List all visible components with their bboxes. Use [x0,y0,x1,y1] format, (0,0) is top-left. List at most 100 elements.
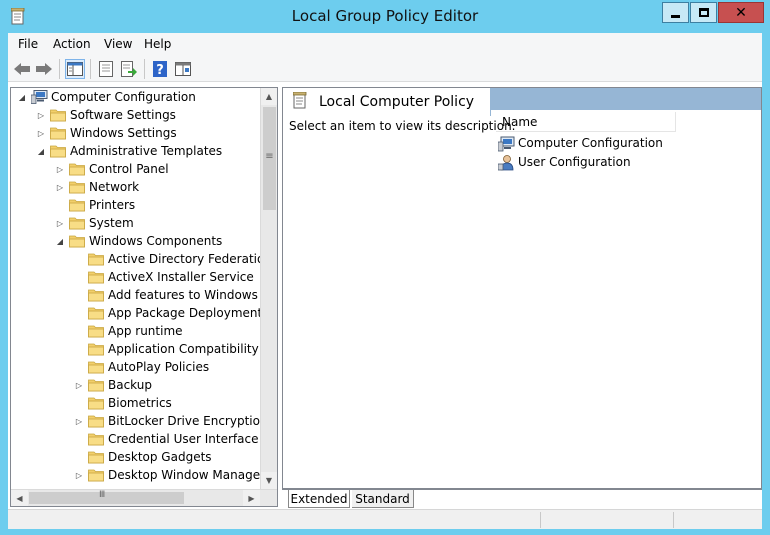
tree-item[interactable]: ▷ Windows Settings [11,124,261,142]
expand-arrow-icon[interactable]: ▷ [55,218,65,228]
tree-item-label: System [89,216,134,230]
scroll-right-arrow-icon[interactable]: ▶ [243,490,260,506]
scroll-down-arrow-icon[interactable]: ▼ [261,472,277,489]
scroll-up-arrow-icon[interactable]: ▲ [261,88,277,105]
tree-item-label: App Package Deployment [108,306,263,320]
tree-horizontal-scrollbar[interactable]: ◀ Ⅲ ▶ [11,489,277,506]
svg-text:?: ? [156,63,164,77]
folder-icon [69,199,85,212]
collapse-arrow-icon[interactable]: ◢ [17,92,27,102]
menu-file[interactable]: File [18,37,38,51]
tree-item[interactable]: AutoPlay Policies [11,358,261,376]
computer-icon [498,136,515,152]
properties-icon [99,61,113,77]
minimize-button[interactable] [662,2,689,23]
tree-item-label: Windows Settings [70,126,177,140]
status-separator [540,512,541,528]
tree-item-label: Add features to Windows 8 [108,288,270,302]
menu-help[interactable]: Help [144,37,171,51]
scroll-left-arrow-icon[interactable]: ◀ [11,490,28,506]
menu-view[interactable]: View [104,37,132,51]
tree-item[interactable]: Application Compatibility [11,340,261,358]
tree-item[interactable]: ◢ Computer Configuration [11,88,261,106]
tree-item[interactable]: ▷ BitLocker Drive Encryption [11,412,268,430]
details-pane[interactable]: Local Computer Policy Select an item to … [282,87,762,489]
maximize-button[interactable] [690,2,717,23]
console-tree[interactable]: ◢ Computer Configuration ▷ Software Setting… [10,87,278,507]
tree-item-label: Credential User Interface [108,432,259,446]
tree-item-label: AutoPlay Policies [108,360,210,374]
expand-arrow-icon[interactable]: ▷ [36,128,46,138]
filter-options-button[interactable] [173,59,193,79]
tree-item[interactable]: ActiveX Installer Service [11,268,261,286]
tree-item-label: Administrative Templates [70,144,223,158]
scroll-thumb[interactable]: Ⅲ [29,490,184,504]
tree-item[interactable]: Active Directory Federation S [11,250,277,268]
list-item-label: User Configuration [518,155,631,169]
column-header-name[interactable]: Name [496,112,676,132]
toolbar-separator [59,59,60,79]
expand-arrow-icon[interactable]: ▷ [74,416,84,426]
tree-item-label: Biometrics [108,396,172,410]
tree-item[interactable]: App runtime [11,322,261,340]
tab-standard[interactable]: Standard [352,490,414,508]
tree-item[interactable]: Add features to Windows 8 [11,286,269,304]
view-tabs: Extended Standard [282,489,762,508]
tree-item-label: Network [89,180,140,194]
tree-item[interactable]: ▷ Control Panel [11,160,261,178]
toolbar-separator [90,59,91,79]
folder-icon [88,325,104,338]
expand-arrow-icon[interactable]: ▷ [74,470,84,480]
expand-arrow-icon[interactable]: ▷ [55,182,65,192]
status-bar [8,509,762,529]
minimize-icon [671,14,680,18]
tree-item[interactable]: ▷ Network [11,178,261,196]
folder-icon [50,127,66,140]
collapse-arrow-icon[interactable]: ◢ [36,146,46,156]
back-button[interactable] [12,59,32,79]
folder-icon [50,109,66,122]
collapse-arrow-icon[interactable]: ◢ [55,236,65,246]
help-button[interactable]: ? [150,59,170,79]
tree-item-label: Desktop Window Manager [108,468,266,482]
folder-icon [69,217,85,230]
client-area: File Action View Help ? ◢ Computer Confi… [8,33,762,529]
details-title-tab: Local Computer Policy [283,88,491,116]
back-arrow-icon [14,63,30,75]
tree-item-label: Backup [108,378,152,392]
expand-arrow-icon[interactable]: ▷ [55,164,65,174]
tree-item[interactable]: App Package Deployment [11,304,263,322]
folder-icon [88,307,104,320]
details-title: Local Computer Policy [319,94,475,110]
close-icon: ✕ [735,4,747,21]
status-separator [673,512,674,528]
tree-item[interactable]: ▷ Backup [11,376,261,394]
tree-item[interactable]: ▷ Software Settings [11,106,261,124]
folder-icon [88,451,104,464]
tree-item[interactable]: Desktop Gadgets [11,448,261,466]
menu-action[interactable]: Action [53,37,91,51]
tree-item[interactable]: ▷ System [11,214,261,232]
tree-item-label: Computer Configuration [51,90,196,104]
show-hide-tree-button[interactable] [65,59,85,79]
help-icon: ? [153,61,167,77]
folder-icon [88,379,104,392]
close-button[interactable]: ✕ [718,2,764,23]
expand-arrow-icon[interactable]: ▷ [36,110,46,120]
tree-item[interactable]: ▷ Desktop Window Manager [11,466,265,484]
export-list-button[interactable] [119,59,139,79]
folder-icon [88,469,104,482]
tree-item[interactable]: Printers [11,196,261,214]
forward-button[interactable] [34,59,54,79]
scroll-thumb[interactable]: ≡ [263,107,276,210]
expand-arrow-icon[interactable]: ▷ [74,380,84,390]
properties-button[interactable] [96,59,116,79]
tree-item[interactable]: ◢ Administrative Templates [11,142,261,160]
title-bar[interactable]: Local Group Policy Editor ✕ [0,0,770,33]
tree-item[interactable]: Credential User Interface [11,430,261,448]
tab-extended[interactable]: Extended [288,490,350,508]
tree-vertical-scrollbar[interactable]: ▲ ≡ ▼ [260,88,277,489]
toolbar-separator [144,59,145,79]
tree-item[interactable]: Biometrics [11,394,261,412]
tree-item[interactable]: ◢ Windows Components [11,232,261,250]
